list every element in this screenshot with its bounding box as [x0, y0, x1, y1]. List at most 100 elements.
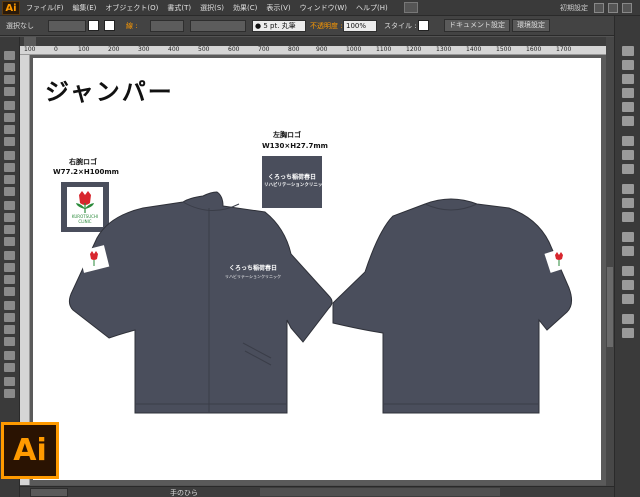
transform-panel-icon[interactable] — [622, 266, 634, 276]
navigator-panel-icon[interactable] — [622, 328, 634, 338]
hand-icon[interactable] — [4, 377, 15, 386]
selection-status: 選択なし — [6, 22, 34, 30]
slice-icon[interactable] — [4, 363, 15, 372]
menu-bar: Ai ファイル(F) 編集(E) オブジェクト(O) 書式(T) 選択(S) 効… — [0, 0, 640, 16]
close-icon[interactable] — [622, 3, 632, 13]
ruler-mark: 1600 — [526, 46, 542, 53]
right-panel-dock — [614, 16, 640, 497]
opacity-field[interactable]: 100% — [343, 20, 377, 32]
zoom-field[interactable] — [30, 488, 68, 497]
menu-window[interactable]: ウィンドウ(W) — [300, 3, 347, 13]
transparency-panel-icon[interactable] — [622, 164, 634, 174]
bridge-icon[interactable] — [404, 2, 418, 13]
menu-view[interactable]: 表示(V) — [266, 3, 290, 13]
layers-panel-icon[interactable] — [622, 232, 634, 242]
menu-edit[interactable]: 編集(E) — [73, 3, 97, 13]
illustrator-window: Ai ファイル(F) 編集(E) オブジェクト(O) 書式(T) 選択(S) 効… — [0, 0, 640, 497]
scroll-thumb[interactable] — [607, 267, 613, 347]
ai-badge: Ai — [1, 422, 59, 479]
ruler-mark: 200 — [108, 46, 120, 53]
stroke-panel-icon[interactable] — [622, 136, 634, 146]
vertical-scrollbar[interactable] — [606, 37, 614, 487]
align-panel-icon[interactable] — [622, 280, 634, 290]
pen-icon[interactable] — [4, 101, 15, 110]
free-transform-icon[interactable] — [4, 237, 15, 246]
minimize-icon[interactable] — [594, 3, 604, 13]
app-logo: Ai — [2, 1, 20, 15]
ruler-mark: 1300 — [436, 46, 452, 53]
document-tab[interactable] — [24, 37, 36, 46]
shape-builder-icon[interactable] — [4, 251, 15, 260]
pathfinder-panel-icon[interactable] — [622, 294, 634, 304]
brush-value: ● 5 pt. 丸筆 — [255, 22, 296, 30]
character-panel-icon[interactable] — [622, 184, 634, 194]
artboard-icon[interactable] — [4, 351, 15, 360]
stroke-weight-field[interactable] — [150, 20, 184, 32]
selection-icon[interactable] — [4, 51, 15, 60]
variable-width-dropdown[interactable] — [190, 20, 246, 32]
magic-wand-icon[interactable] — [4, 75, 15, 84]
maximize-icon[interactable] — [608, 3, 618, 13]
menu-object[interactable]: オブジェクト(O) — [105, 3, 158, 13]
type-icon[interactable] — [4, 113, 15, 122]
brush-icon[interactable] — [4, 151, 15, 160]
zoom-icon[interactable] — [4, 389, 15, 398]
pencil-icon[interactable] — [4, 163, 15, 172]
ruler-mark: 600 — [228, 46, 240, 53]
ruler-mark: 300 — [138, 46, 150, 53]
style-swatch[interactable] — [418, 20, 429, 31]
fill-swatch[interactable] — [88, 20, 99, 31]
selection-dropdown[interactable] — [48, 20, 86, 32]
horizontal-scrollbar[interactable] — [260, 488, 500, 496]
line-icon[interactable] — [4, 125, 15, 134]
gradient-icon[interactable] — [4, 287, 15, 296]
opacity-label: 不透明度 : — [310, 22, 343, 30]
horizontal-ruler: 100 0 100 200 300 400 500 600 700 800 90… — [20, 46, 606, 55]
eyedropper-icon[interactable] — [4, 301, 15, 310]
graphic-styles-panel-icon[interactable] — [622, 102, 634, 112]
links-panel-icon[interactable] — [622, 314, 634, 324]
gradient-panel-icon[interactable] — [622, 150, 634, 160]
menu-file[interactable]: ファイル(F) — [26, 3, 64, 13]
menu-effect[interactable]: 効果(C) — [233, 3, 257, 13]
scale-icon[interactable] — [4, 213, 15, 222]
swatches-panel-icon[interactable] — [622, 60, 634, 70]
status-bar: 手のひら — [20, 486, 614, 497]
artboards-panel-icon[interactable] — [622, 246, 634, 256]
eraser-icon[interactable] — [4, 187, 15, 196]
brush-dropdown[interactable]: ● 5 pt. 丸筆 — [252, 20, 306, 32]
brushes-panel-icon[interactable] — [622, 74, 634, 84]
jacket-front: くろっち稲荷春日 リハビリテーションクリニック — [68, 191, 333, 414]
menu-type[interactable]: 書式(T) — [167, 3, 191, 13]
mesh-icon[interactable] — [4, 275, 15, 284]
artboard[interactable]: ジャンパー 右腕ロゴ W77.2×H100mm KUROTSUCHI CLINI… — [33, 58, 601, 480]
paragraph-panel-icon[interactable] — [622, 198, 634, 208]
document-settings-button[interactable]: ドキュメント設定 — [444, 19, 510, 32]
appearance-panel-icon[interactable] — [622, 116, 634, 126]
opacity-value: 100% — [346, 22, 367, 30]
ruler-mark: 400 — [168, 46, 180, 53]
direct-selection-icon[interactable] — [4, 63, 15, 72]
blend-icon[interactable] — [4, 313, 15, 322]
opentype-panel-icon[interactable] — [622, 212, 634, 222]
menu-help[interactable]: ヘルプ(H) — [356, 3, 388, 13]
ai-badge-text: Ai — [13, 433, 47, 468]
canvas-area[interactable]: ジャンパー 右腕ロゴ W77.2×H100mm KUROTSUCHI CLINI… — [30, 55, 606, 485]
chest-print-line2: リハビリテーションクリニック — [225, 273, 281, 279]
symbols-panel-icon[interactable] — [622, 88, 634, 98]
stroke-swatch[interactable] — [104, 20, 115, 31]
perspective-icon[interactable] — [4, 263, 15, 272]
preferences-button[interactable]: 環境設定 — [512, 19, 550, 32]
menu-select[interactable]: 選択(S) — [200, 3, 224, 13]
blob-brush-icon[interactable] — [4, 175, 15, 184]
vertical-ruler — [20, 55, 30, 485]
stroke-label: 線 : — [126, 22, 138, 30]
color-panel-icon[interactable] — [622, 46, 634, 56]
rotate-icon[interactable] — [4, 201, 15, 210]
graph-icon[interactable] — [4, 337, 15, 346]
width-icon[interactable] — [4, 225, 15, 234]
symbol-sprayer-icon[interactable] — [4, 325, 15, 334]
rectangle-icon[interactable] — [4, 137, 15, 146]
lasso-icon[interactable] — [4, 87, 15, 96]
workspace-switcher[interactable]: 初期設定 — [560, 0, 588, 16]
